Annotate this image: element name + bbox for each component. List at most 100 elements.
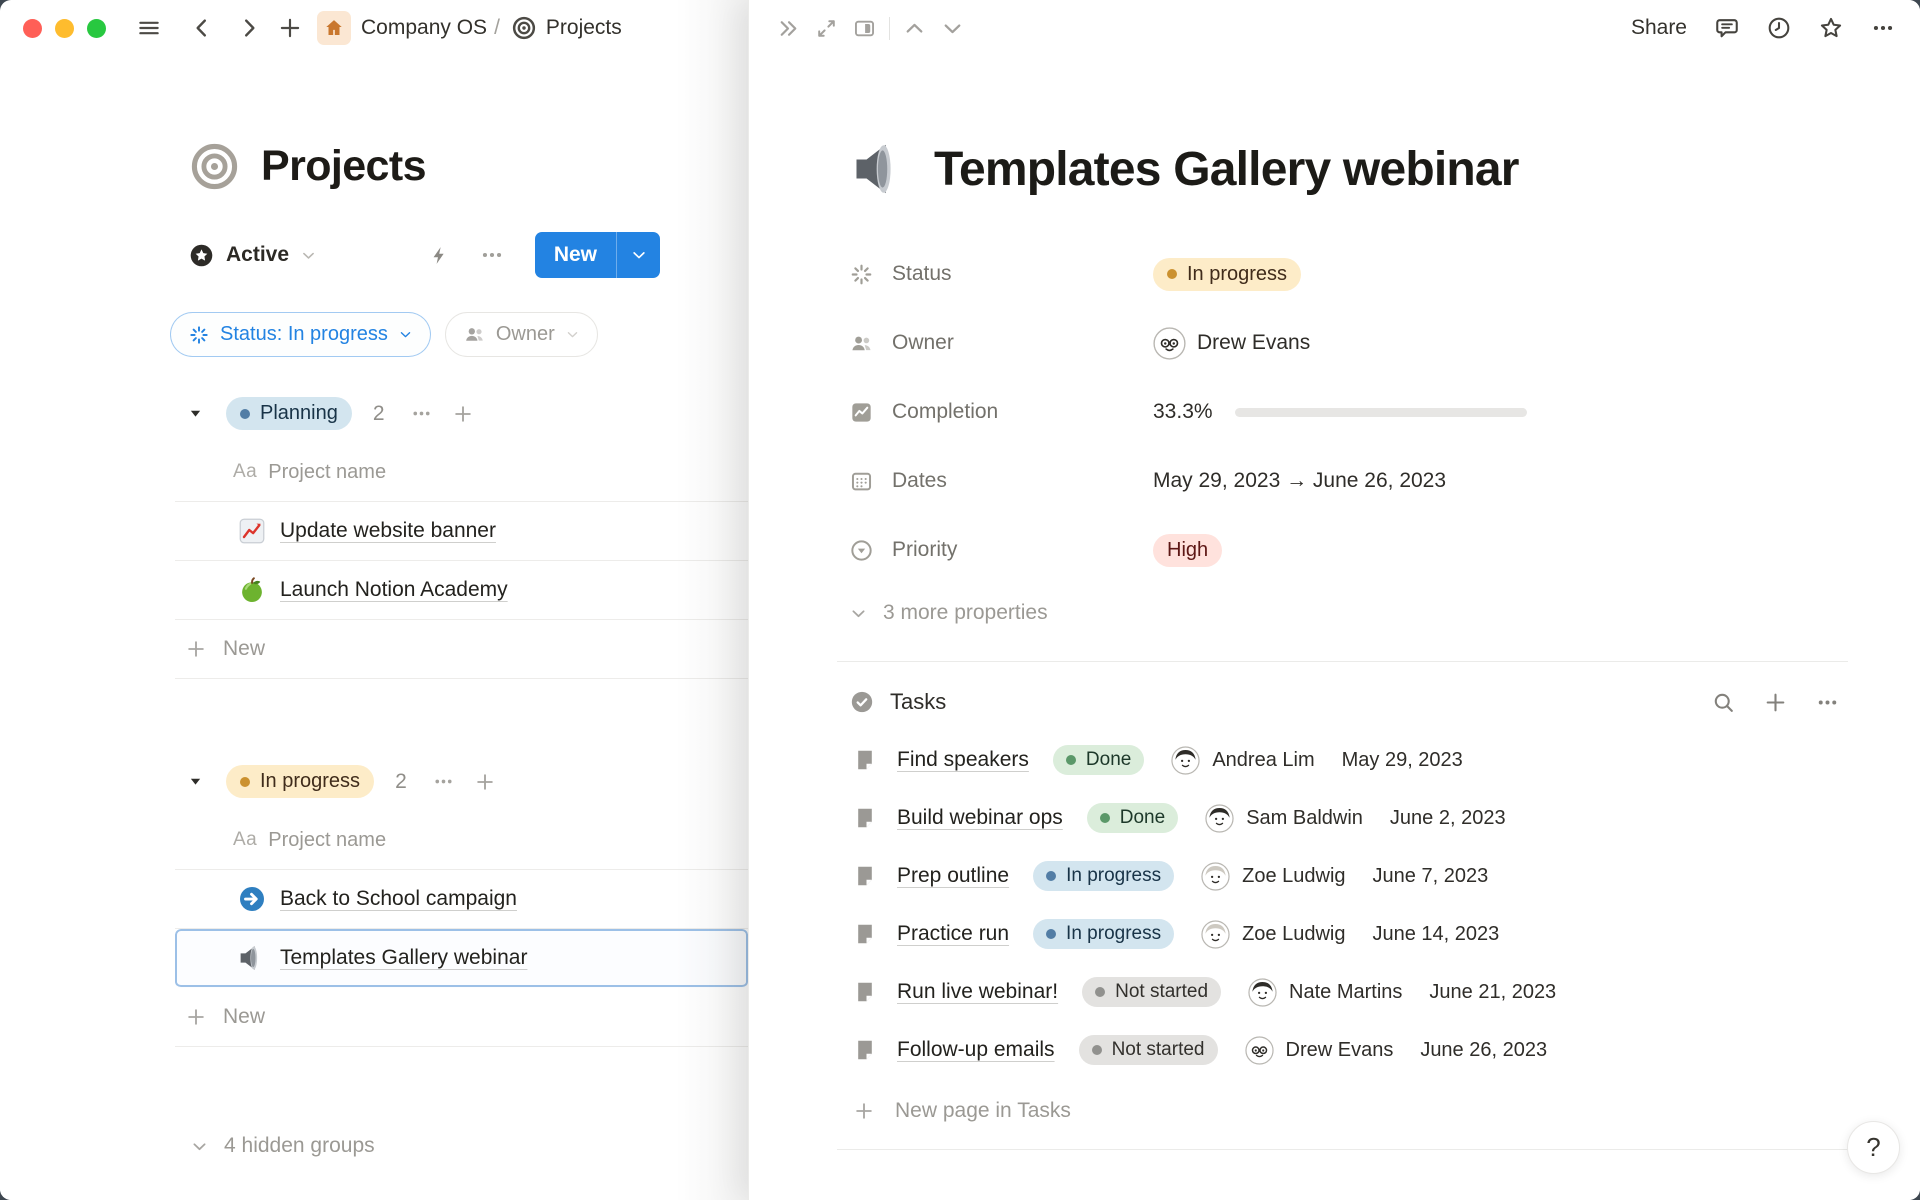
property-label[interactable]: Priority [849, 538, 1153, 563]
project-row[interactable]: Back to School campaign [175, 870, 748, 929]
task-title[interactable]: Run live webinar! [897, 980, 1058, 1004]
task-status-tag[interactable]: Done [1087, 803, 1178, 833]
double-chevron-right-icon[interactable] [776, 16, 801, 41]
property-value[interactable]: 33.3% [1153, 400, 1527, 424]
task-status-tag[interactable]: Done [1053, 745, 1144, 775]
chevron-up-icon[interactable] [902, 16, 927, 41]
comment-icon[interactable] [1714, 15, 1740, 41]
project-row[interactable]: Templates Gallery webinar [175, 929, 748, 988]
new-button[interactable]: New [535, 232, 616, 278]
property-value[interactable]: High [1153, 534, 1222, 567]
tasks-title[interactable]: Tasks [890, 689, 946, 715]
collapse-triangle-icon[interactable] [188, 774, 203, 789]
task-title[interactable]: Build webinar ops [897, 806, 1063, 830]
peek-title[interactable]: Templates Gallery webinar [934, 142, 1519, 197]
property-text-value[interactable]: May 29, 2023 → June 26, 2023 [1153, 469, 1446, 493]
view-tab-active[interactable]: Active [188, 242, 317, 269]
task-date[interactable]: June 7, 2023 [1373, 865, 1489, 888]
task-title[interactable]: Follow-up emails [897, 1038, 1055, 1062]
task-row[interactable]: Practice run In progress Zoe Ludwig June… [849, 905, 1848, 963]
task-person[interactable]: Zoe Ludwig [1242, 865, 1345, 888]
ellipsis-icon[interactable] [1815, 690, 1840, 715]
filter-owner-pill[interactable]: Owner [445, 312, 598, 357]
task-date[interactable]: June 21, 2023 [1429, 981, 1556, 1004]
share-button[interactable]: Share [1631, 16, 1687, 40]
task-person[interactable]: Nate Martins [1289, 981, 1402, 1004]
new-tab-icon[interactable] [277, 15, 303, 41]
task-row[interactable]: Build webinar ops Done Sam Baldwin June … [849, 789, 1848, 847]
project-title[interactable]: Templates Gallery webinar [280, 946, 527, 970]
forward-icon[interactable] [236, 15, 262, 41]
task-date[interactable]: June 2, 2023 [1390, 807, 1506, 830]
task-row[interactable]: Follow-up emails Not started Drew Evans … [849, 1021, 1848, 1079]
task-status-tag[interactable]: In progress [1033, 861, 1174, 891]
project-row[interactable]: Update website banner [175, 502, 748, 561]
task-row[interactable]: Find speakers Done Andrea Lim May 29, 20… [849, 731, 1848, 789]
group-add-icon[interactable] [474, 771, 496, 793]
clock-icon[interactable] [1766, 15, 1792, 41]
filter-status-pill[interactable]: Status: In progress [170, 312, 431, 357]
new-button-dropdown[interactable] [616, 232, 660, 278]
project-row[interactable]: Launch Notion Academy [175, 561, 748, 620]
group-options-icon[interactable] [410, 402, 433, 425]
hidden-groups-toggle[interactable]: 4 hidden groups [190, 1134, 748, 1158]
home-button[interactable] [317, 11, 351, 45]
property-label[interactable]: Completion [849, 400, 1153, 425]
breadcrumb-workspace[interactable]: Company OS [361, 16, 487, 40]
close-window-button[interactable] [23, 19, 42, 38]
group-add-icon[interactable] [452, 403, 474, 425]
task-row[interactable]: Prep outline In progress Zoe Ludwig June… [849, 847, 1848, 905]
task-row[interactable]: Run live webinar! Not started Nate Marti… [849, 963, 1848, 1021]
task-title[interactable]: Practice run [897, 922, 1009, 946]
property-tag[interactable]: In progress [1153, 258, 1301, 291]
side-peek-icon[interactable] [852, 16, 877, 41]
minimize-window-button[interactable] [55, 19, 74, 38]
plus-icon[interactable] [1763, 690, 1788, 715]
task-title[interactable]: Find speakers [897, 748, 1029, 772]
new-row-button[interactable]: New [175, 988, 748, 1047]
new-row-button[interactable]: New [175, 620, 748, 679]
zoom-window-button[interactable] [87, 19, 106, 38]
task-status-tag[interactable]: Not started [1082, 977, 1221, 1007]
task-date[interactable]: June 26, 2023 [1420, 1039, 1547, 1062]
help-button[interactable]: ? [1847, 1121, 1900, 1174]
task-person[interactable]: Zoe Ludwig [1242, 923, 1345, 946]
menu-icon[interactable] [136, 15, 162, 41]
property-tag[interactable]: High [1153, 534, 1222, 567]
group-options-icon[interactable] [432, 770, 455, 793]
task-title[interactable]: Prep outline [897, 864, 1009, 888]
search-icon[interactable] [1711, 690, 1736, 715]
more-properties-toggle[interactable]: 3 more properties [849, 601, 1848, 625]
property-label[interactable]: Status [849, 262, 1153, 287]
task-person[interactable]: Sam Baldwin [1246, 807, 1363, 830]
collapse-triangle-icon[interactable] [188, 406, 203, 421]
breadcrumb-page[interactable]: Projects [546, 16, 622, 40]
ellipsis-icon[interactable] [479, 242, 505, 268]
group-name-tag[interactable]: In progress [226, 765, 374, 798]
expand-icon[interactable] [814, 16, 839, 41]
group-name-tag[interactable]: Planning [226, 397, 352, 430]
project-title[interactable]: Launch Notion Academy [280, 578, 508, 602]
project-title[interactable]: Update website banner [280, 519, 496, 543]
property-label[interactable]: Owner [849, 331, 1153, 356]
property-value[interactable]: In progress [1153, 258, 1301, 291]
project-title[interactable]: Back to School campaign [280, 887, 517, 911]
chevron-down-icon[interactable] [940, 16, 965, 41]
bolt-icon[interactable] [428, 244, 451, 267]
task-date[interactable]: May 29, 2023 [1342, 749, 1463, 772]
speaker-icon[interactable] [849, 138, 911, 200]
task-person[interactable]: Andrea Lim [1212, 749, 1314, 772]
task-person[interactable]: Drew Evans [1286, 1039, 1394, 1062]
back-icon[interactable] [189, 15, 215, 41]
task-status-tag[interactable]: Not started [1079, 1035, 1218, 1065]
task-status-tag[interactable]: In progress [1033, 919, 1174, 949]
ellipsis-icon[interactable] [1870, 15, 1896, 41]
property-label[interactable]: Dates [849, 469, 1153, 494]
task-date[interactable]: June 14, 2023 [1373, 923, 1500, 946]
column-header[interactable]: AaProject name [233, 826, 748, 854]
property-value[interactable]: May 29, 2023 → June 26, 2023 [1153, 469, 1446, 493]
property-value[interactable]: Drew Evans [1153, 327, 1310, 360]
person-chip[interactable]: Drew Evans [1153, 327, 1310, 360]
column-header[interactable]: AaProject name [233, 458, 748, 486]
new-page-button[interactable]: New page in Tasks [853, 1083, 1848, 1139]
